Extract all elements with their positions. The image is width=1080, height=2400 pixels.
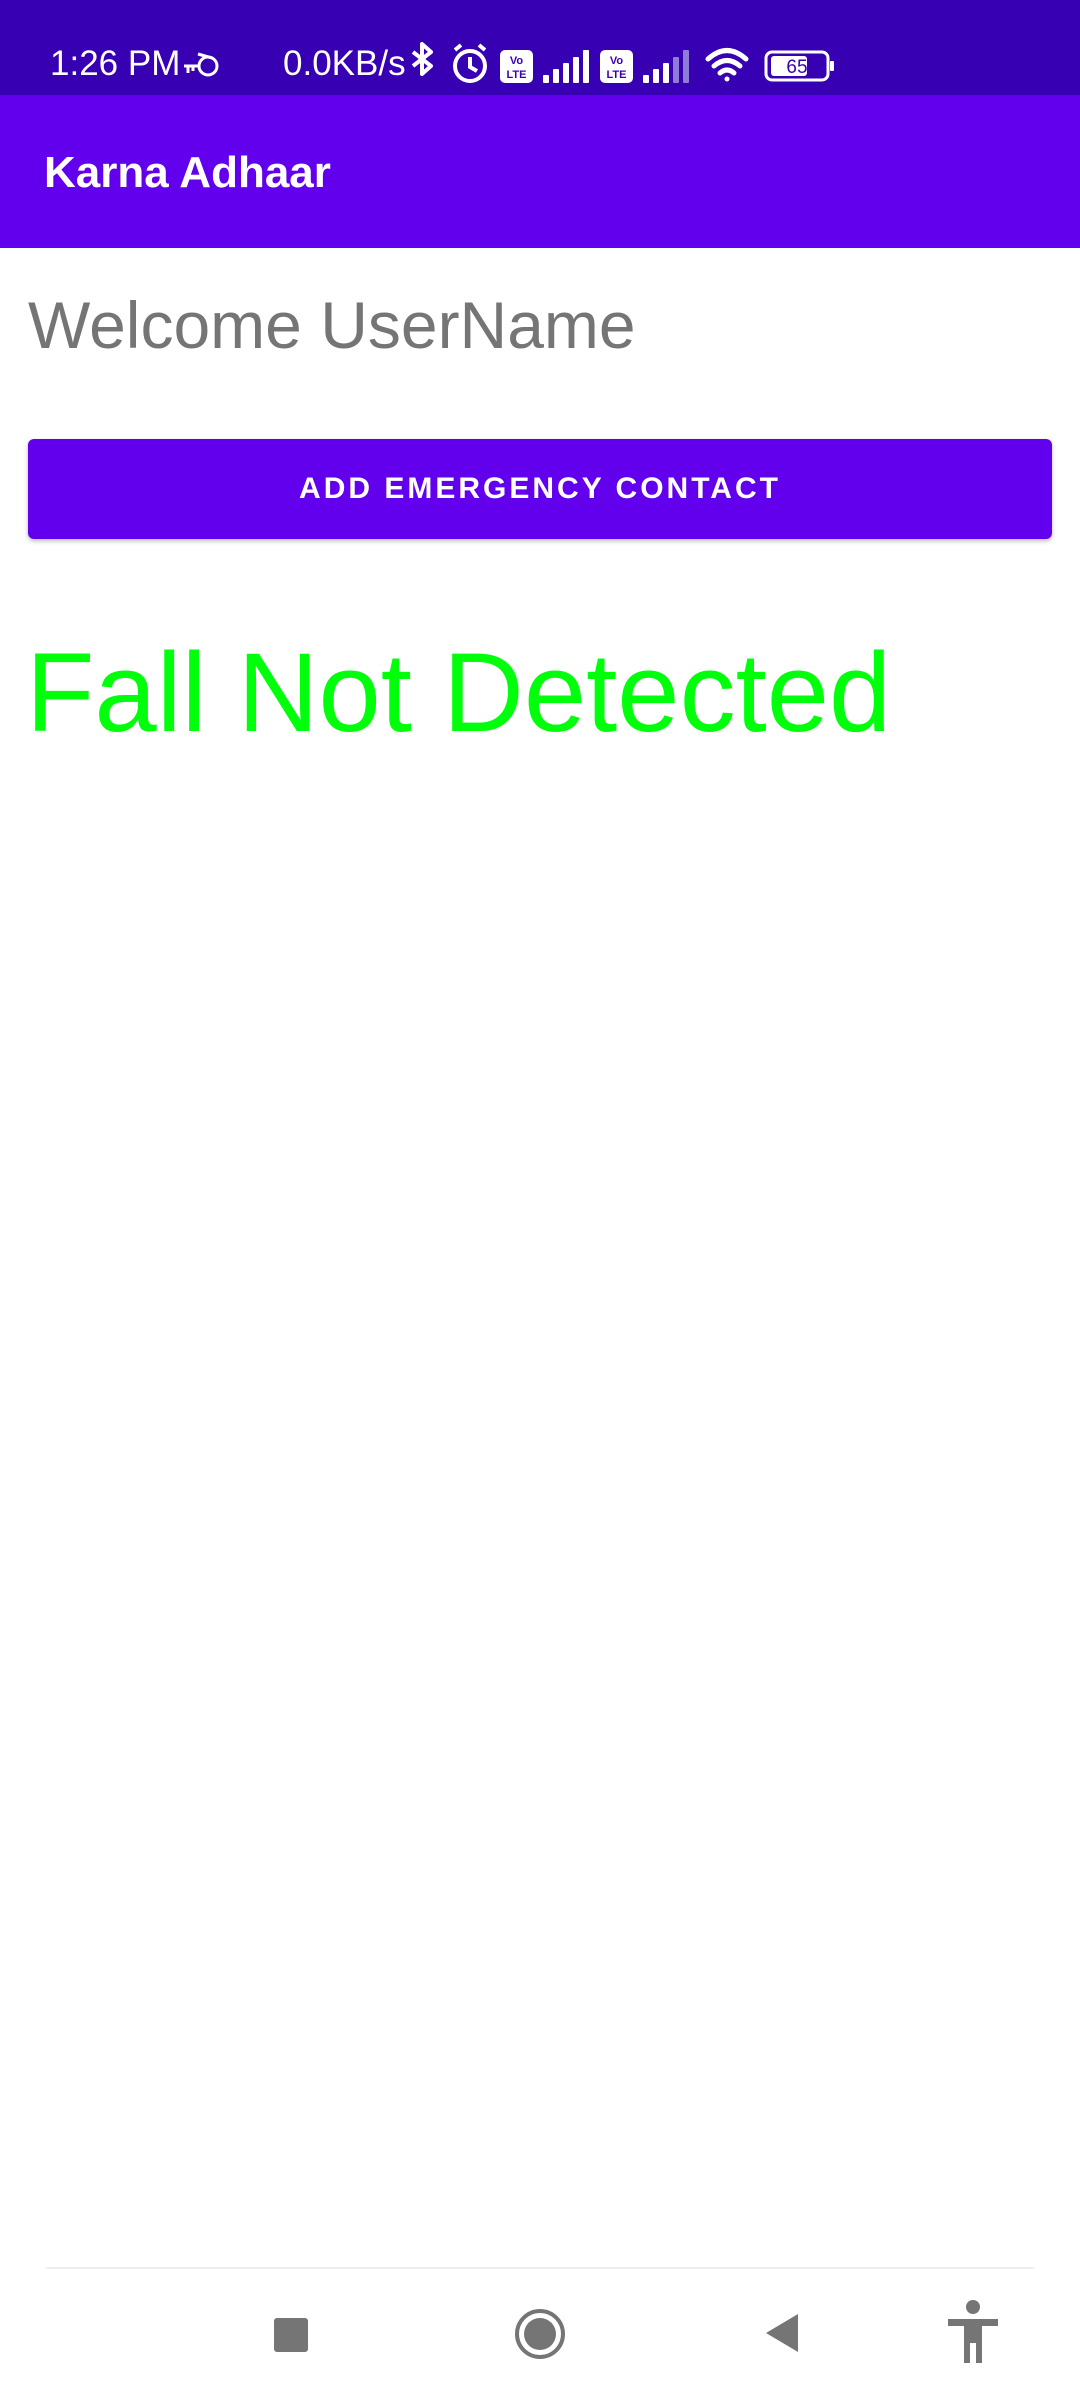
back-icon[interactable] (760, 2310, 806, 2356)
app-bar: Karna Adhaar (0, 95, 1080, 248)
app-screen: 1:26 PM Vo LTE Vo LTE 65 0.0KB/s Karna A… (0, 0, 1080, 2400)
status-icons: Vo LTE Vo LTE 65 (184, 42, 834, 83)
status-bar: 1:26 PM Vo LTE Vo LTE 65 0.0KB/s (0, 0, 1080, 95)
home-icon[interactable] (513, 2307, 567, 2361)
svg-text:LTE: LTE (507, 69, 527, 81)
app-title: Karna Adhaar (44, 148, 331, 197)
volte-icon: Vo LTE (500, 50, 533, 83)
svg-text:Vo: Vo (510, 55, 524, 67)
svg-text:LTE: LTE (607, 69, 627, 81)
welcome-text: Welcome UserName (28, 288, 636, 362)
battery-icon: 65 (764, 50, 834, 82)
wifi-icon (705, 48, 749, 82)
signal-icon (543, 50, 589, 83)
battery-level: 65 (786, 57, 807, 78)
alarm-icon (453, 43, 487, 83)
signal-icon (643, 50, 689, 83)
fall-status-text: Fall Not Detected (26, 630, 892, 755)
add-emergency-contact-button[interactable]: ADD EMERGENCY CONTACT (28, 439, 1052, 539)
volte-icon: Vo LTE (600, 50, 633, 83)
bluetooth-icon (411, 42, 433, 76)
vpn-key-icon (184, 52, 219, 77)
nav-divider (46, 2267, 1034, 2269)
network-speed: 0.0KB/s (283, 44, 406, 83)
recents-icon[interactable] (270, 2314, 316, 2360)
svg-text:Vo: Vo (610, 55, 624, 67)
accessibility-icon[interactable] (944, 2299, 1002, 2365)
